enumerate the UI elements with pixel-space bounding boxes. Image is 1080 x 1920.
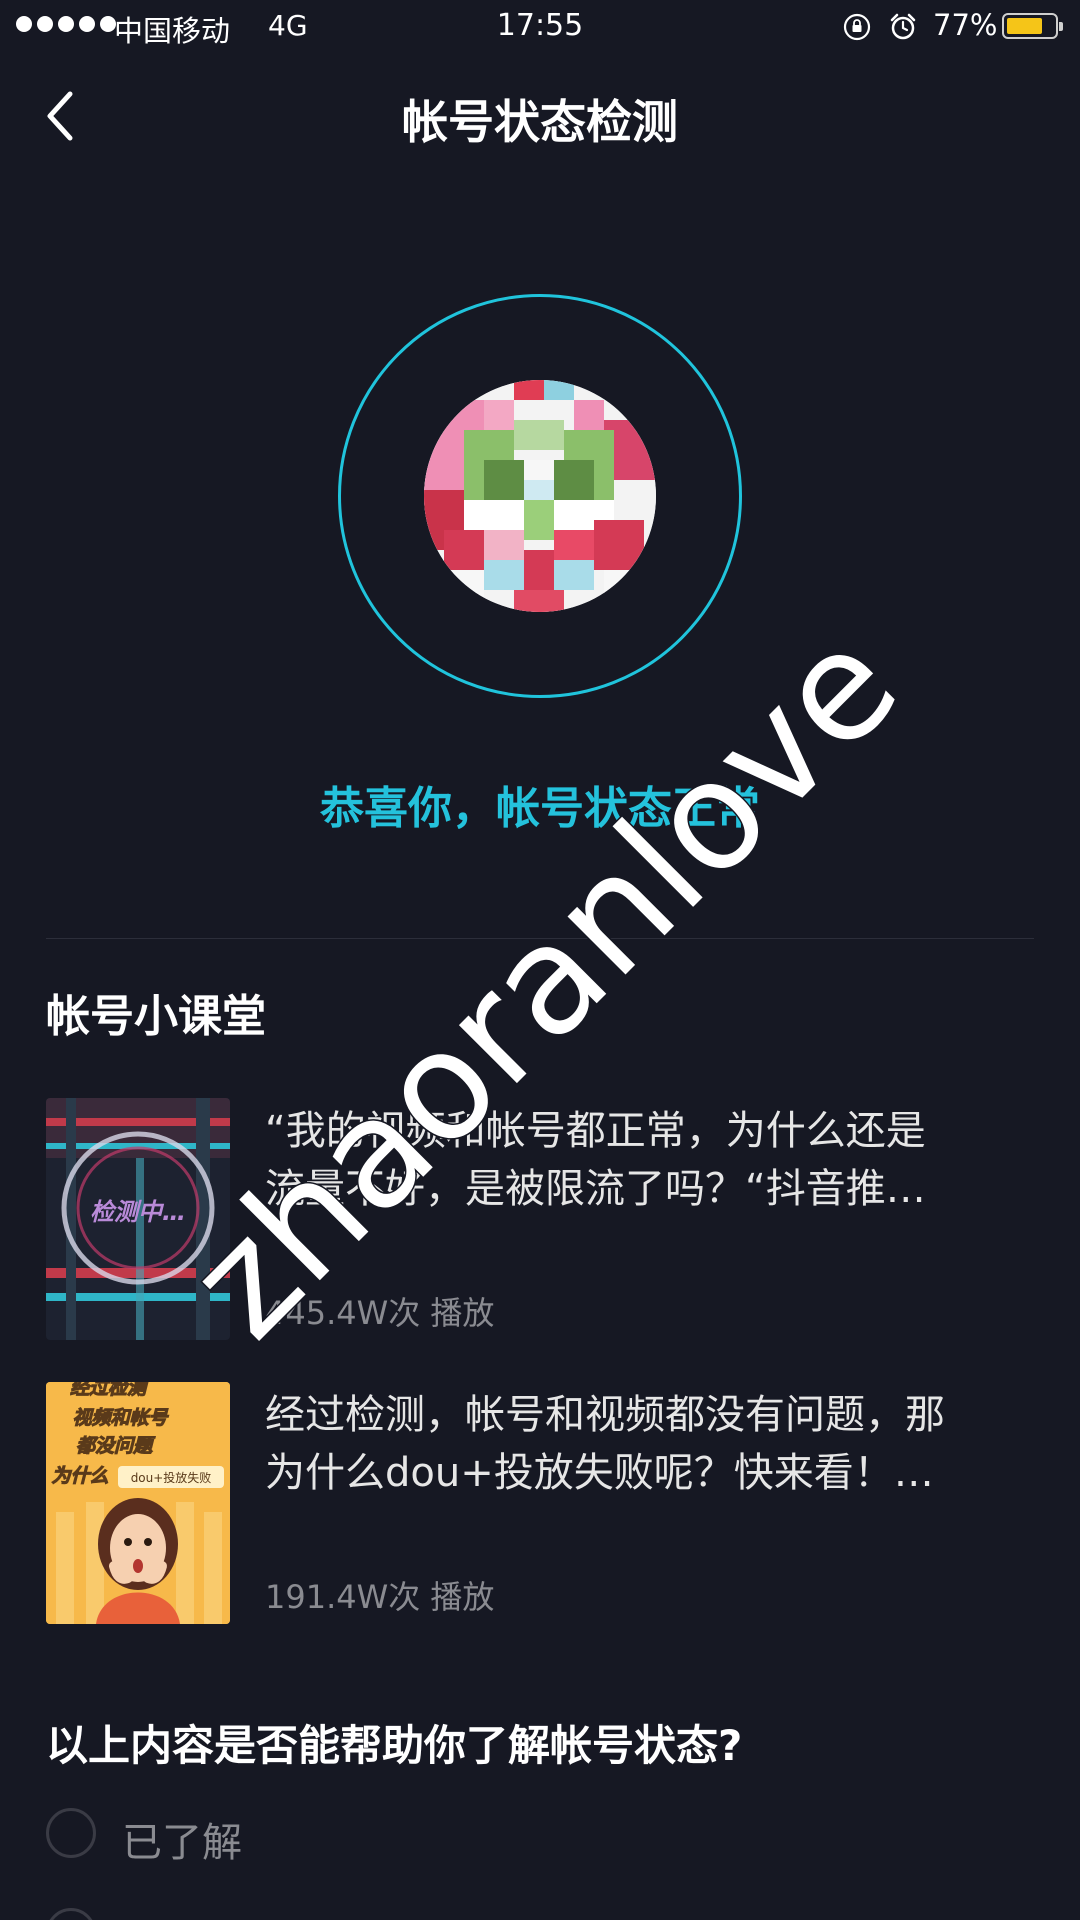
battery-icon [1002,13,1063,39]
course-thumbnail[interactable]: 检测中… [46,1098,230,1340]
course-title[interactable]: “我的视频和帐号都正常，为什么还是 流量不好，是被限流了吗？“抖音推… [265,1102,1080,1218]
radio-button[interactable] [46,1808,96,1858]
play-count: 445.4W次 播放 [265,1294,495,1332]
course-title-line: 流量不好，是被限流了吗？“抖音推… [265,1166,926,1212]
course-item[interactable]: 经过检测 视频和帐号 都没问题 为什么 dou+投放失败 经过检测，帐号和视频都… [46,1382,1046,1624]
watermark: zhaoranlove [155,595,932,1372]
thumbnail-caption: 经过检测 [70,1382,150,1399]
status-bar: 中国移动 4G 17:55 77% [0,0,1080,54]
survey-option-label: 已了解 [122,1820,242,1866]
survey-option[interactable] [46,1908,366,1920]
course-title-line: 为什么dou+投放失败呢？快来看！… [265,1450,934,1496]
play-count: 191.4W次 播放 [265,1578,495,1616]
account-status-page: 中国移动 4G 17:55 77% 帐号状态检测 恭喜你，帐号状态正常 帐号小课… [0,0,1080,1920]
page-title: 帐号状态检测 [402,95,678,149]
course-thumbnail[interactable]: 经过检测 视频和帐号 都没问题 为什么 dou+投放失败 [46,1382,230,1624]
section-title: 帐号小课堂 [46,991,266,1042]
course-item[interactable]: 检测中… “我的视频和帐号都正常，为什么还是 流量不好，是被限流了吗？“抖音推…… [46,1098,1046,1340]
account-status-text: 恭喜你，帐号状态正常 [320,783,760,834]
battery-fill [1007,18,1042,34]
thumbnail-caption: 为什么 [51,1465,108,1487]
course-title[interactable]: 经过检测，帐号和视频都没有问题，那 为什么dou+投放失败呢？快来看！… [265,1386,1080,1502]
thumbnail-caption: 检测中… [90,1198,186,1226]
clock: 17:55 [496,8,584,43]
thumbnail-caption: 都没问题 [76,1435,156,1457]
thumbnail-tag: dou+投放失败 [131,1470,212,1485]
course-title-line: 经过检测，帐号和视频都没有问题，那 [265,1392,945,1438]
avatar [424,380,656,612]
radio-button[interactable] [46,1908,96,1920]
survey-question: 以上内容是否能帮助你了解帐号状态? [46,1721,743,1770]
divider [46,938,1034,939]
alarm-icon [890,13,916,40]
rotation-lock-icon [843,13,871,41]
thumbnail-caption: 视频和帐号 [72,1407,169,1429]
survey-option[interactable]: 已了解 [46,1808,366,1866]
course-title-line: “我的视频和帐号都正常，为什么还是 [265,1108,926,1154]
battery-percent: 77% [933,8,998,42]
